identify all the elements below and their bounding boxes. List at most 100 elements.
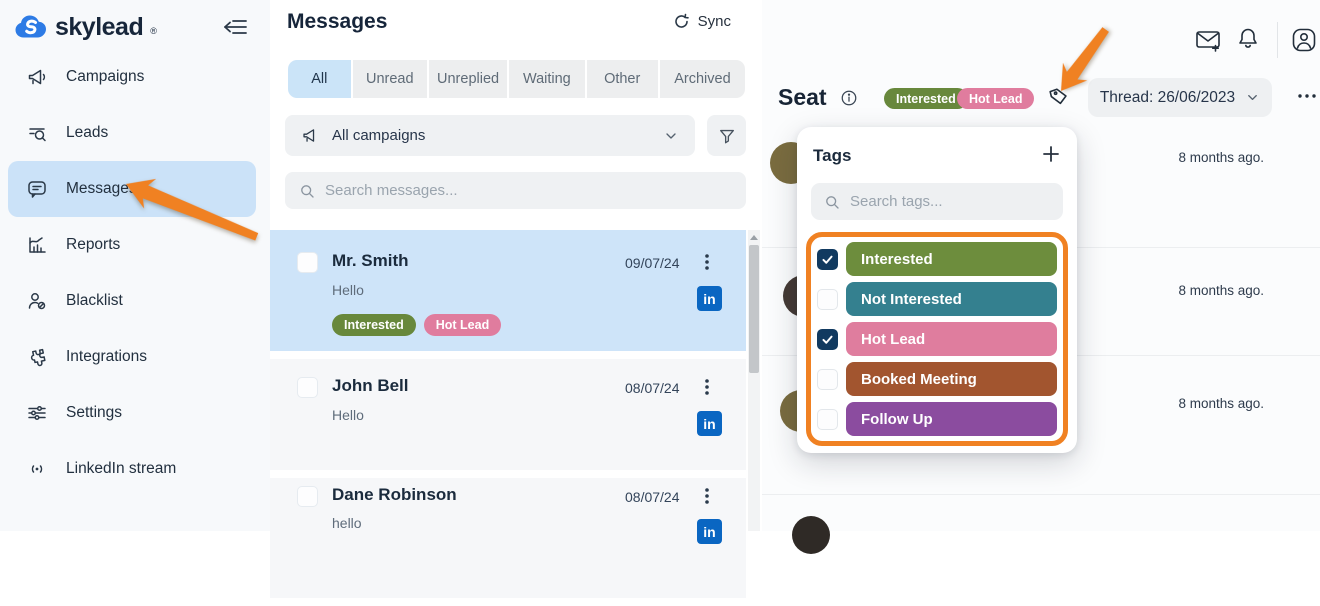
sidebar-item-messages[interactable]: Messages — [8, 161, 256, 217]
info-icon[interactable] — [840, 89, 858, 107]
tag-checkbox[interactable] — [817, 369, 838, 390]
chart-icon — [26, 234, 48, 256]
linkedin-icon[interactable]: in — [697, 286, 722, 311]
thread-tag-interested: Interested — [884, 88, 968, 109]
conversation-row-mr-smith[interactable]: Mr. Smith 09/07/24 Hello Interested Hot … — [270, 230, 746, 351]
message-search — [285, 172, 746, 209]
scrollbar-thumb[interactable] — [749, 245, 759, 373]
compose-mail-icon[interactable] — [1195, 28, 1222, 54]
search-tags-input[interactable] — [850, 193, 1050, 210]
brand-logo[interactable]: skylead ® — [14, 12, 157, 42]
sidebar-item-linkedin-stream[interactable]: LinkedIn stream — [8, 441, 256, 497]
search-icon — [299, 183, 315, 199]
campaign-filter-value: All campaigns — [332, 127, 651, 144]
tab-unreplied[interactable]: Unreplied — [429, 60, 507, 98]
scroll-up-arrow-icon[interactable] — [750, 235, 758, 240]
conversation-name: Mr. Smith — [332, 251, 409, 271]
tab-other[interactable]: Other — [587, 60, 658, 98]
tab-all[interactable]: All — [288, 60, 351, 98]
sync-refresh-icon — [673, 13, 690, 30]
notifications-bell-icon[interactable] — [1237, 26, 1259, 52]
tag-option-hot-lead: Hot Lead — [817, 322, 1057, 356]
tag-bar[interactable]: Booked Meeting — [846, 362, 1057, 396]
lead-search-icon — [26, 122, 48, 144]
tags-popup: Tags Interested Not Interested — [797, 127, 1077, 453]
tag-bar[interactable]: Not Interested — [846, 282, 1057, 316]
sidebar-item-settings[interactable]: Settings — [8, 385, 256, 441]
lead-name-title: Seat — [778, 84, 827, 111]
tag-option-not-interested: Not Interested — [817, 282, 1057, 316]
sidebar: skylead ® Campaigns Leads — [0, 0, 270, 531]
tag-option-booked-meeting: Booked Meeting — [817, 362, 1057, 396]
tag-checkbox[interactable] — [817, 409, 838, 430]
conversation-checkbox[interactable] — [297, 377, 318, 398]
sidebar-item-reports[interactable]: Reports — [8, 217, 256, 273]
sync-button[interactable]: Sync — [673, 13, 731, 30]
conversation-date: 08/07/24 — [625, 489, 680, 505]
tag-checkbox[interactable] — [817, 289, 838, 310]
search-icon — [824, 194, 840, 210]
manage-tags-icon[interactable] — [1047, 85, 1071, 109]
list-scrollbar[interactable] — [748, 230, 760, 531]
message-divider — [762, 494, 1320, 495]
conversation-preview: hello — [332, 515, 362, 531]
sliders-icon — [26, 402, 48, 424]
add-tag-icon[interactable] — [1041, 144, 1061, 164]
conversation-list: Mr. Smith 09/07/24 Hello Interested Hot … — [270, 230, 746, 606]
tag-bar[interactable]: Hot Lead — [846, 322, 1057, 356]
sidebar-item-label: Reports — [66, 236, 120, 254]
conversation-row-dane-robinson[interactable]: Dane Robinson 08/07/24 hello in — [270, 478, 746, 598]
sidebar-nav: Campaigns Leads Messages Reports — [0, 49, 270, 497]
tag-option-interested: Interested — [817, 242, 1057, 276]
brand-registered-mark: ® — [150, 26, 157, 36]
chat-bubble-icon — [26, 178, 48, 200]
chevron-down-icon — [663, 128, 679, 144]
avatar — [792, 516, 830, 554]
campaign-filter-dropdown[interactable]: All campaigns — [285, 115, 695, 156]
search-messages-input[interactable] — [325, 182, 732, 199]
sync-label: Sync — [698, 13, 731, 30]
conversation-checkbox[interactable] — [297, 252, 318, 273]
linkedin-icon[interactable]: in — [697, 411, 722, 436]
conversation-checkbox[interactable] — [297, 486, 318, 507]
blocked-user-icon — [26, 290, 48, 312]
thread-tag-hot-lead: Hot Lead — [957, 88, 1034, 109]
tag-bar[interactable]: Follow Up — [846, 402, 1057, 436]
kebab-menu-icon[interactable] — [698, 377, 716, 397]
tags-popup-title: Tags — [813, 146, 851, 166]
kebab-menu-icon[interactable] — [698, 252, 716, 272]
sidebar-item-campaigns[interactable]: Campaigns — [8, 49, 256, 105]
sidebar-item-leads[interactable]: Leads — [8, 105, 256, 161]
sidebar-item-blacklist[interactable]: Blacklist — [8, 273, 256, 329]
app-window: skylead ® Campaigns Leads — [0, 0, 1320, 531]
tab-unread[interactable]: Unread — [353, 60, 427, 98]
thread-date-dropdown[interactable]: Thread: 26/06/2023 — [1088, 78, 1272, 117]
conversation-date: 08/07/24 — [625, 380, 680, 396]
sidebar-item-label: LinkedIn stream — [66, 460, 176, 478]
collapse-sidebar-icon[interactable] — [221, 13, 249, 41]
brand-name: skylead — [55, 12, 143, 42]
account-icon[interactable] — [1291, 27, 1317, 53]
sidebar-item-integrations[interactable]: Integrations — [8, 329, 256, 385]
tag-checkbox[interactable] — [817, 329, 838, 350]
kebab-menu-icon[interactable] — [698, 486, 716, 506]
message-filter-tabs: All Unread Unreplied Waiting Other Archi… — [288, 60, 745, 98]
messages-panel: Messages Sync All Unread Unreplied Waiti… — [270, 0, 762, 531]
funnel-icon — [718, 127, 736, 145]
sidebar-item-label: Blacklist — [66, 292, 123, 310]
tab-archived[interactable]: Archived — [660, 60, 745, 98]
puzzle-icon — [26, 346, 48, 368]
conversation-row-john-bell[interactable]: John Bell 08/07/24 Hello in — [270, 359, 746, 470]
chevron-down-icon — [1245, 90, 1260, 105]
linkedin-icon[interactable]: in — [697, 519, 722, 544]
conversation-tags: Interested Hot Lead — [332, 314, 501, 336]
tag-checkbox[interactable] — [817, 249, 838, 270]
tab-waiting[interactable]: Waiting — [509, 60, 584, 98]
stream-broadcast-icon — [26, 458, 48, 480]
page-title: Messages — [287, 10, 387, 34]
message-timestamp: 8 months ago. — [1178, 396, 1264, 411]
tag-bar[interactable]: Interested — [846, 242, 1057, 276]
advanced-filter-button[interactable] — [707, 115, 746, 156]
sidebar-item-label: Leads — [66, 124, 108, 142]
more-options-icon[interactable] — [1293, 88, 1320, 104]
